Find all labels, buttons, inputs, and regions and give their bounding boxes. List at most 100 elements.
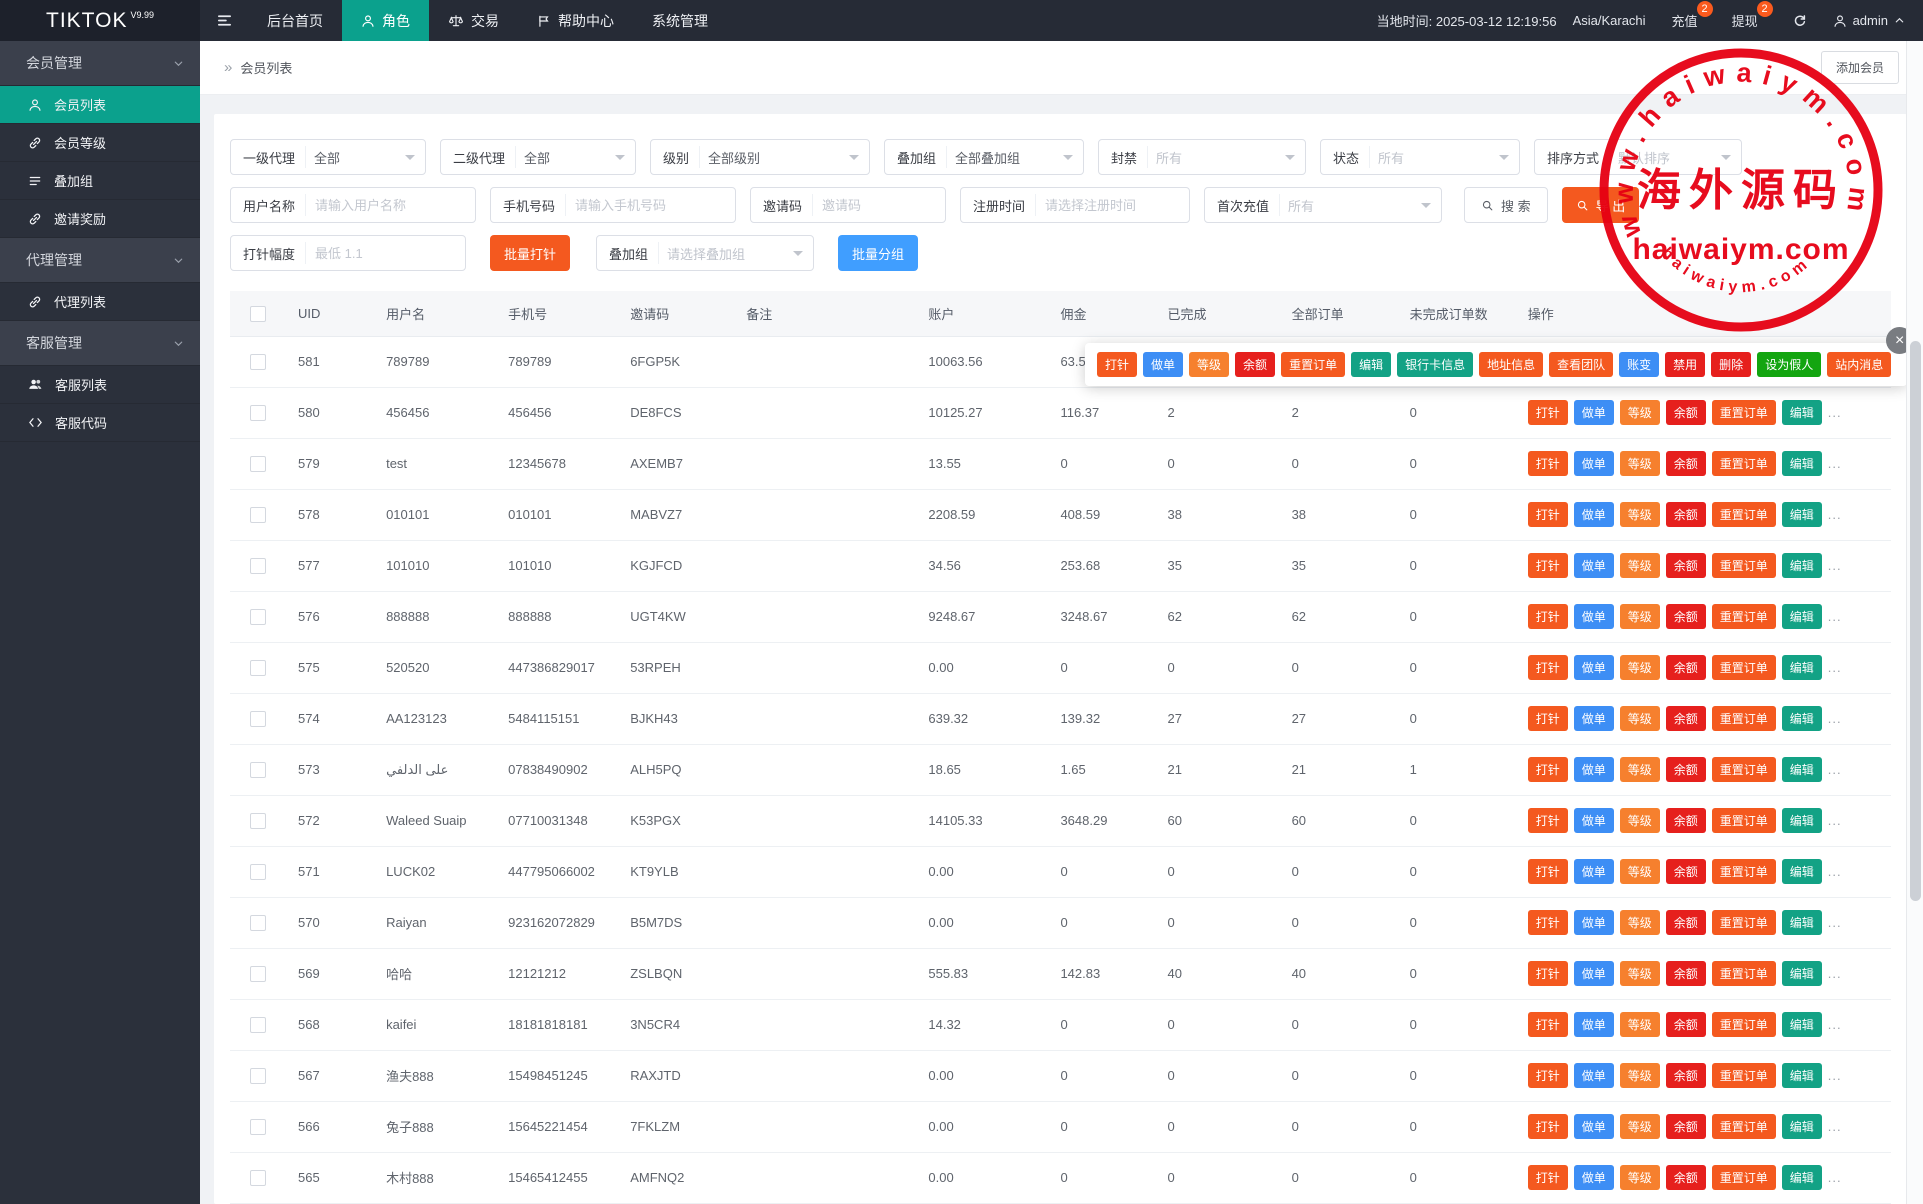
row-checkbox[interactable] (250, 456, 266, 472)
expanded-action-6[interactable]: 银行卡信息 (1397, 352, 1473, 377)
row-action-0[interactable]: 打针 (1528, 451, 1568, 476)
more-actions-button[interactable]: ... (1828, 966, 1842, 981)
row-action-5[interactable]: 编辑 (1782, 1012, 1822, 1037)
row-action-3[interactable]: 余额 (1666, 1063, 1706, 1088)
row-action-1[interactable]: 做单 (1574, 655, 1614, 680)
row-checkbox[interactable] (250, 609, 266, 625)
row-action-0[interactable]: 打针 (1528, 1012, 1568, 1037)
row-action-5[interactable]: 编辑 (1782, 910, 1822, 935)
row-action-1[interactable]: 做单 (1574, 1012, 1614, 1037)
batch-group-select[interactable]: 叠加组 请选择叠加组 (596, 235, 814, 271)
row-action-5[interactable]: 编辑 (1782, 757, 1822, 782)
row-action-0[interactable]: 打针 (1528, 757, 1568, 782)
expanded-action-1[interactable]: 做单 (1143, 352, 1183, 377)
row-action-3[interactable]: 余额 (1666, 400, 1706, 425)
sidebar-item-2-1[interactable]: 客服代码 (0, 404, 200, 442)
row-action-4[interactable]: 重置订单 (1712, 400, 1776, 425)
row-action-5[interactable]: 编辑 (1782, 859, 1822, 884)
sidebar-item-0-3[interactable]: 邀请奖励 (0, 200, 200, 238)
row-checkbox[interactable] (250, 660, 266, 676)
batch-inject-button[interactable]: 批量打针 (490, 235, 570, 271)
more-actions-button[interactable]: ... (1828, 456, 1842, 471)
row-action-2[interactable]: 等级 (1620, 961, 1660, 986)
more-actions-button[interactable]: ... (1828, 660, 1842, 675)
row-action-2[interactable]: 等级 (1620, 400, 1660, 425)
row-action-2[interactable]: 等级 (1620, 1114, 1660, 1139)
row-action-3[interactable]: 余额 (1666, 1012, 1706, 1037)
sidebar-group-header-0[interactable]: 会员管理 (0, 41, 200, 86)
row-checkbox[interactable] (250, 1017, 266, 1033)
row-action-1[interactable]: 做单 (1574, 451, 1614, 476)
scrollbar-thumb[interactable] (1910, 341, 1921, 901)
row-action-1[interactable]: 做单 (1574, 604, 1614, 629)
expanded-action-3[interactable]: 余额 (1235, 352, 1275, 377)
row-action-0[interactable]: 打针 (1528, 1114, 1568, 1139)
more-actions-button[interactable]: ... (1828, 1119, 1842, 1134)
sidebar-item-2-0[interactable]: 客服列表 (0, 366, 200, 404)
row-action-5[interactable]: 编辑 (1782, 400, 1822, 425)
more-actions-button[interactable]: ... (1828, 507, 1842, 522)
expanded-action-4[interactable]: 重置订单 (1281, 352, 1345, 377)
row-action-5[interactable]: 编辑 (1782, 961, 1822, 986)
row-action-0[interactable]: 打针 (1528, 400, 1568, 425)
row-action-2[interactable]: 等级 (1620, 757, 1660, 782)
filter-select-0[interactable]: 一级代理全部 (230, 139, 426, 175)
row-checkbox[interactable] (250, 915, 266, 931)
row-action-3[interactable]: 余额 (1666, 604, 1706, 629)
filter-select-2[interactable]: 级别全部级别 (650, 139, 870, 175)
filter-text-input-0[interactable] (306, 198, 475, 213)
row-action-2[interactable]: 等级 (1620, 859, 1660, 884)
row-action-1[interactable]: 做单 (1574, 1063, 1614, 1088)
row-action-4[interactable]: 重置订单 (1712, 706, 1776, 731)
row-action-2[interactable]: 等级 (1620, 808, 1660, 833)
row-action-0[interactable]: 打针 (1528, 961, 1568, 986)
expanded-action-11[interactable]: 删除 (1711, 352, 1751, 377)
filter-select-4[interactable]: 封禁所有 (1098, 139, 1306, 175)
more-actions-button[interactable]: ... (1828, 813, 1842, 828)
expanded-action-2[interactable]: 等级 (1189, 352, 1229, 377)
row-action-1[interactable]: 做单 (1574, 1165, 1614, 1190)
expanded-action-7[interactable]: 地址信息 (1479, 352, 1543, 377)
row-action-1[interactable]: 做单 (1574, 553, 1614, 578)
row-action-5[interactable]: 编辑 (1782, 553, 1822, 578)
row-action-4[interactable]: 重置订单 (1712, 1165, 1776, 1190)
more-actions-button[interactable]: ... (1828, 558, 1842, 573)
sidebar-item-0-0[interactable]: 会员列表 (0, 86, 200, 124)
filter-select-6[interactable]: 排序方式默认排序 (1534, 139, 1742, 175)
inject-range-input[interactable] (306, 246, 465, 261)
row-action-2[interactable]: 等级 (1620, 1165, 1660, 1190)
search-button[interactable]: 搜 索 (1464, 187, 1548, 223)
row-action-0[interactable]: 打针 (1528, 655, 1568, 680)
row-checkbox[interactable] (250, 864, 266, 880)
filter-text-input-3[interactable] (1036, 198, 1189, 213)
user-menu[interactable]: admin (1833, 13, 1905, 28)
row-action-2[interactable]: 等级 (1620, 553, 1660, 578)
row-action-0[interactable]: 打针 (1528, 1165, 1568, 1190)
row-action-3[interactable]: 余额 (1666, 910, 1706, 935)
expanded-action-13[interactable]: 站内消息 (1827, 352, 1891, 377)
row-action-5[interactable]: 编辑 (1782, 655, 1822, 680)
nav-item-3[interactable]: 帮助中心 (518, 0, 633, 41)
row-checkbox[interactable] (250, 966, 266, 982)
row-action-3[interactable]: 余额 (1666, 451, 1706, 476)
row-action-4[interactable]: 重置订单 (1712, 808, 1776, 833)
nav-item-4[interactable]: 系统管理 (633, 0, 727, 41)
row-action-5[interactable]: 编辑 (1782, 451, 1822, 476)
row-action-2[interactable]: 等级 (1620, 451, 1660, 476)
row-action-2[interactable]: 等级 (1620, 502, 1660, 527)
row-checkbox[interactable] (250, 507, 266, 523)
row-action-3[interactable]: 余额 (1666, 1165, 1706, 1190)
filter-text-input-1[interactable] (566, 198, 735, 213)
row-checkbox[interactable] (250, 405, 266, 421)
row-action-4[interactable]: 重置订单 (1712, 757, 1776, 782)
sidebar-group-header-1[interactable]: 代理管理 (0, 238, 200, 283)
row-action-5[interactable]: 编辑 (1782, 502, 1822, 527)
row-checkbox[interactable] (250, 558, 266, 574)
row-action-4[interactable]: 重置订单 (1712, 553, 1776, 578)
row-checkbox[interactable] (250, 1119, 266, 1135)
row-checkbox[interactable] (250, 1170, 266, 1186)
row-checkbox[interactable] (250, 354, 266, 370)
select-all-checkbox[interactable] (250, 306, 266, 322)
row-action-3[interactable]: 余额 (1666, 1114, 1706, 1139)
row-action-2[interactable]: 等级 (1620, 910, 1660, 935)
